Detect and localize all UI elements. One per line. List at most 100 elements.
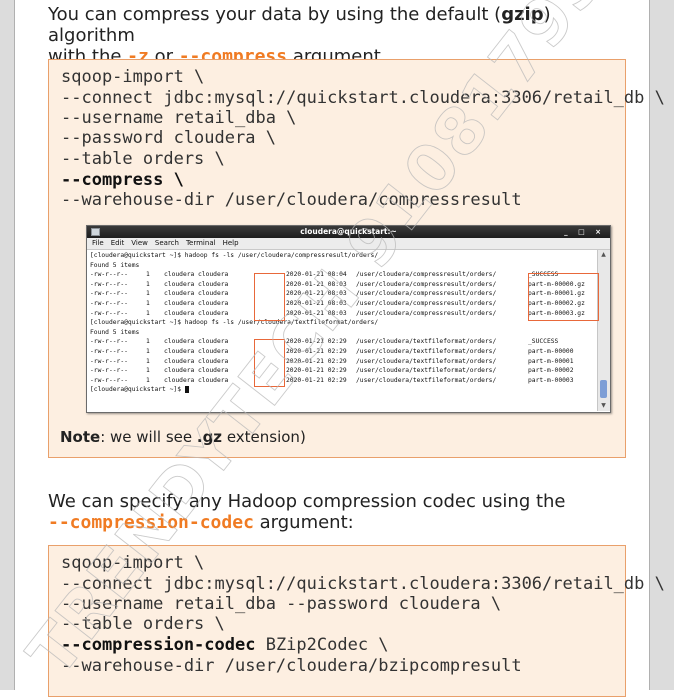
intro-prefix: You can compress your data by using the … [48, 4, 502, 25]
row-group: cloudera [198, 357, 229, 365]
row-date: 2020-01-21 02:29 [286, 367, 347, 375]
intro-line-1: You can compress your data by using the … [48, 4, 638, 46]
row-date: 2020-01-21 08:03 [286, 280, 347, 288]
code2-line: sqoop-import \ [61, 553, 205, 573]
menu-search[interactable]: Search [155, 239, 179, 247]
terminal-prompt: [cloudera@quickstart ~]$ [90, 386, 185, 394]
row-date: 2020-01-21 02:29 [286, 376, 347, 384]
code1-line: --username retail_dba \ [61, 108, 297, 128]
row-rep: 1 [146, 280, 150, 288]
row-perm: -rw-r--r-- [90, 376, 128, 384]
window-controls-icon[interactable]: _ □ × [564, 226, 605, 238]
row-owner: cloudera [164, 271, 195, 279]
menu-help[interactable]: Help [223, 239, 239, 247]
row-path: /user/cloudera/textfileformat/orders/ [356, 338, 497, 346]
row-group: cloudera [198, 271, 229, 279]
menu-edit[interactable]: Edit [111, 239, 125, 247]
note-label: Note [60, 428, 101, 446]
row-perm: -rw-r--r-- [90, 271, 128, 279]
scroll-thumb[interactable] [600, 380, 607, 398]
code1-line: --table orders \ [61, 149, 225, 169]
code2-line: --table orders \ [61, 614, 225, 634]
row-perm: -rw-r--r-- [90, 357, 128, 365]
menu-file[interactable]: File [92, 239, 104, 247]
row-rep: 1 [146, 290, 150, 298]
row-date: 2020-01-21 08:03 [286, 309, 347, 317]
row-group: cloudera [198, 300, 229, 307]
row-rep: 1 [146, 300, 150, 307]
terminal-menubar: File Edit View Search Terminal Help [87, 238, 610, 250]
row-rep: 1 [146, 309, 150, 317]
left-frame-bar [0, 0, 14, 690]
size-highlight-uncompressed [254, 339, 285, 387]
row-owner: cloudera [164, 367, 195, 375]
row-path: /user/cloudera/compressresult/orders/ [356, 290, 497, 298]
terminal-found-count: Found 5 items [90, 328, 140, 336]
terminal-command: [cloudera@quickstart ~]$ hadoop fs -ls /… [90, 319, 379, 327]
row-perm: -rw-r--r-- [90, 348, 128, 355]
size-highlight-compressed [254, 273, 285, 321]
row-path: /user/cloudera/compressresult/orders/ [356, 309, 497, 317]
terminal-titlebar: cloudera@quickstart:~ _ □ × [87, 226, 610, 238]
scroll-down-icon[interactable]: ▼ [600, 402, 607, 409]
row-owner: cloudera [164, 309, 195, 317]
row-group: cloudera [198, 367, 229, 375]
terminal-prompt-line[interactable]: [cloudera@quickstart ~]$ [90, 385, 189, 395]
code-box-codec: sqoop-import \ --connect jdbc:mysql://qu… [48, 545, 665, 697]
row-perm: -rw-r--r-- [90, 280, 128, 288]
terminal-found-count: Found 5 items [90, 261, 140, 269]
row-group: cloudera [198, 280, 229, 288]
row-owner: cloudera [164, 280, 195, 288]
terminal-title: cloudera@quickstart:~ [300, 227, 397, 236]
scroll-up-icon[interactable]: ▲ [600, 251, 607, 258]
codec-line-2: --compression-codec argument: [48, 512, 638, 533]
row-path: /user/cloudera/compressresult/orders/ [356, 300, 497, 307]
row-perm: -rw-r--r-- [90, 338, 128, 346]
row-rep: 1 [146, 348, 150, 355]
row-path: /user/cloudera/compressresult/orders/ [356, 271, 497, 279]
row-date: 2020-01-21 08:04 [286, 271, 347, 279]
row-perm: -rw-r--r-- [90, 290, 128, 298]
code2-line: --username retail_dba --password clouder… [61, 594, 502, 614]
row-owner: cloudera [164, 290, 195, 298]
code1-line: sqoop-import \ [61, 67, 205, 87]
terminal-command: [cloudera@quickstart ~]$ hadoop fs -ls /… [90, 252, 379, 259]
row-date: 2020-01-21 02:29 [286, 348, 347, 355]
menu-view[interactable]: View [131, 239, 148, 247]
intro-algo: gzip [501, 4, 544, 25]
row-rep: 1 [146, 357, 150, 365]
codec-paragraph: We can specify any Hadoop compression co… [48, 491, 638, 533]
row-rep: 1 [146, 376, 150, 384]
row-owner: cloudera [164, 376, 195, 384]
row-file: part-m-00002 [528, 367, 574, 375]
code1-line: --warehouse-dir /user/cloudera/compressr… [61, 190, 522, 210]
row-date: 2020-01-21 08:03 [286, 290, 347, 298]
code1-line: --password cloudera \ [61, 128, 276, 148]
code2-line-codec: --compression-codec BZip2Codec \ [61, 635, 389, 655]
row-path: /user/cloudera/textfileformat/orders/ [356, 357, 497, 365]
intro-paragraph: You can compress your data by using the … [48, 4, 638, 67]
row-perm: -rw-r--r-- [90, 300, 128, 307]
codec-suffix: argument: [253, 512, 354, 533]
row-perm: -rw-r--r-- [90, 309, 128, 317]
code2-codec-flag: --compression-codec [61, 635, 256, 655]
row-rep: 1 [146, 367, 150, 375]
code2-line: --connect jdbc:mysql://quickstart.cloude… [61, 574, 665, 594]
row-perm: -rw-r--r-- [90, 367, 128, 375]
terminal-cursor [184, 385, 189, 393]
menu-terminal[interactable]: Terminal [186, 239, 216, 247]
note-text: Note: we will see .gz extension) [60, 428, 306, 446]
row-owner: cloudera [164, 300, 195, 307]
codec-line-1: We can specify any Hadoop compression co… [48, 491, 566, 512]
codec-flag: --compression-codec [48, 512, 254, 533]
note-text-a: : we will see [100, 428, 197, 446]
row-path: /user/cloudera/compressresult/orders/ [356, 280, 497, 288]
row-rep: 1 [146, 338, 150, 346]
code1-line-compress: --compress \ [61, 170, 184, 190]
note-ext: .gz [196, 428, 223, 446]
left-frame-line [14, 0, 15, 690]
row-group: cloudera [198, 338, 229, 346]
row-file: part-m-00001 [528, 357, 574, 365]
row-owner: cloudera [164, 357, 195, 365]
terminal-window: cloudera@quickstart:~ _ □ × File Edit View… [86, 225, 611, 413]
